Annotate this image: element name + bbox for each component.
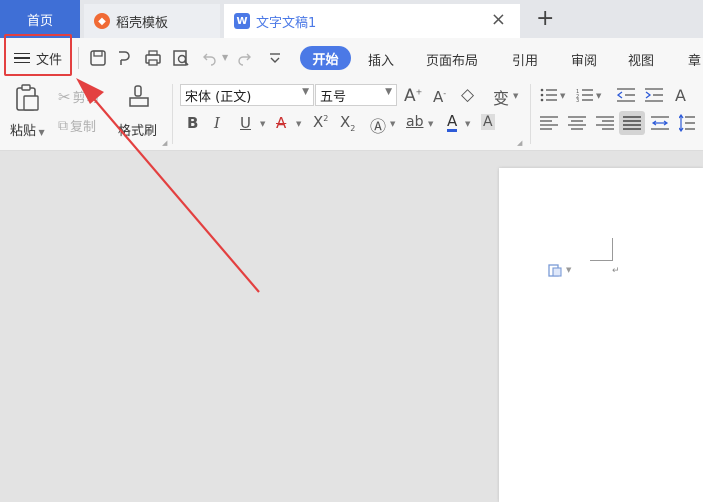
format-painter-icon[interactable] bbox=[126, 84, 152, 112]
divider bbox=[172, 84, 173, 144]
text-direction-icon[interactable]: A bbox=[675, 86, 686, 105]
font-size-value: 五号 bbox=[320, 89, 347, 105]
copy-label: 复制 bbox=[70, 120, 97, 135]
divider bbox=[78, 47, 79, 69]
paste-options-button[interactable]: ▼ bbox=[548, 263, 571, 277]
chevron-down-icon[interactable]: ▼ bbox=[596, 92, 601, 100]
menu-tab-view[interactable]: 视图 bbox=[628, 50, 654, 69]
font-size-select[interactable]: 五号 ▼ bbox=[315, 84, 397, 106]
tab-template[interactable]: ◆ 稻壳模板 bbox=[84, 4, 220, 38]
tab-home[interactable]: 首页 bbox=[0, 0, 80, 38]
font-name-select[interactable]: 宋体 (正文) ▼ bbox=[180, 84, 314, 106]
text-effect-icon[interactable]: Ⓐ bbox=[370, 113, 386, 137]
font-color-icon[interactable]: A bbox=[447, 113, 458, 132]
paste-options-icon bbox=[548, 264, 562, 277]
copy-button[interactable]: ⧉ 复制 bbox=[58, 116, 97, 136]
tab-document[interactable]: W 文字文稿1 × bbox=[224, 4, 520, 38]
writer-doc-icon: W bbox=[234, 13, 250, 29]
paste-label: 粘贴 bbox=[10, 124, 37, 139]
grow-font-icon[interactable]: A+ bbox=[404, 86, 422, 106]
chevron-down-icon[interactable]: ▼ bbox=[428, 120, 433, 128]
justify-icon bbox=[623, 116, 641, 130]
bullets-icon[interactable] bbox=[540, 88, 558, 102]
numbering-icon[interactable]: 123 bbox=[576, 88, 594, 102]
undo-icon[interactable] bbox=[202, 50, 218, 66]
cut-button[interactable]: ✂ 剪切 bbox=[58, 87, 99, 107]
svg-text:3: 3 bbox=[576, 98, 579, 102]
chevron-down-icon: ▼ bbox=[566, 266, 572, 274]
annotation-highlight-box bbox=[4, 34, 72, 76]
paragraph-mark-icon: ↵ bbox=[612, 266, 620, 276]
print-preview-icon[interactable] bbox=[172, 49, 190, 67]
format-painter-label: 格式刷 bbox=[118, 124, 158, 139]
chevron-down-icon[interactable]: ▼ bbox=[296, 120, 301, 128]
redo-icon[interactable] bbox=[236, 50, 252, 66]
menu-tab-references[interactable]: 引用 bbox=[512, 50, 538, 69]
distributed-icon[interactable] bbox=[651, 116, 669, 130]
chevron-down-icon: ▼ bbox=[385, 87, 392, 97]
print-icon[interactable] bbox=[144, 49, 162, 67]
divider bbox=[530, 84, 531, 144]
underline-icon[interactable]: U bbox=[240, 114, 251, 132]
docer-logo-icon: ◆ bbox=[94, 13, 110, 29]
chevron-down-icon[interactable]: ▼ bbox=[222, 53, 228, 62]
chevron-down-icon[interactable]: ▼ bbox=[513, 92, 518, 100]
menu-tab-page-layout[interactable]: 页面布局 bbox=[426, 50, 478, 69]
highlight-icon[interactable]: ab bbox=[406, 114, 423, 130]
clear-format-icon[interactable]: ◇ bbox=[461, 85, 474, 105]
close-tab-icon[interactable]: × bbox=[491, 9, 506, 30]
group-expander-icon[interactable]: ◢ bbox=[517, 139, 522, 147]
group-expander-icon[interactable]: ◢ bbox=[162, 139, 167, 147]
tab-template-label: 稻壳模板 bbox=[116, 15, 169, 31]
font-name-value: 宋体 (正文) bbox=[185, 89, 252, 105]
document-page[interactable] bbox=[499, 168, 703, 502]
menu-tab-more[interactable]: 章 bbox=[688, 50, 703, 69]
chevron-down-icon[interactable]: ▼ bbox=[390, 120, 395, 128]
chevron-down-icon: ▼ bbox=[36, 128, 45, 137]
outdent-icon[interactable] bbox=[617, 88, 635, 102]
more-icon[interactable] bbox=[267, 50, 283, 66]
subscript-icon[interactable]: X2 bbox=[340, 113, 355, 133]
menu-tab-review[interactable]: 审阅 bbox=[571, 50, 597, 69]
menu-tab-insert[interactable]: 插入 bbox=[368, 50, 394, 69]
strikethrough-icon[interactable]: A bbox=[276, 114, 286, 132]
cut-icon: ✂ bbox=[58, 87, 71, 106]
line-spacing-icon[interactable] bbox=[679, 114, 695, 132]
chevron-down-icon[interactable]: ▼ bbox=[260, 120, 265, 128]
copy-icon: ⧉ bbox=[58, 117, 68, 134]
chevron-down-icon[interactable]: ▼ bbox=[465, 120, 470, 128]
cut-label: 剪切 bbox=[72, 91, 99, 106]
menu-tab-start[interactable]: 开始 bbox=[300, 46, 351, 70]
new-tab-button[interactable]: + bbox=[536, 6, 554, 31]
paste-icon[interactable] bbox=[12, 84, 42, 112]
chevron-down-icon: ▼ bbox=[302, 87, 309, 97]
italic-icon[interactable]: I bbox=[214, 114, 220, 132]
save-icon[interactable] bbox=[89, 49, 107, 67]
tab-document-label: 文字文稿1 bbox=[256, 15, 317, 31]
chevron-down-icon[interactable]: ▼ bbox=[560, 92, 565, 100]
align-center-icon[interactable] bbox=[568, 116, 586, 130]
char-shading-icon[interactable]: A bbox=[481, 114, 495, 130]
undo-icon[interactable] bbox=[115, 49, 133, 67]
margin-corner-mark bbox=[590, 238, 613, 261]
align-right-icon[interactable] bbox=[596, 116, 614, 130]
shrink-font-icon[interactable]: A- bbox=[433, 88, 446, 106]
bold-icon[interactable]: B bbox=[187, 114, 198, 132]
align-left-icon[interactable] bbox=[540, 116, 558, 130]
indent-icon[interactable] bbox=[645, 88, 663, 102]
justify-button[interactable] bbox=[619, 111, 645, 135]
phonetic-icon[interactable]: 变 bbox=[493, 85, 509, 109]
paste-button[interactable]: 粘贴 ▼ bbox=[10, 120, 45, 139]
superscript-icon[interactable]: X2 bbox=[313, 113, 328, 131]
